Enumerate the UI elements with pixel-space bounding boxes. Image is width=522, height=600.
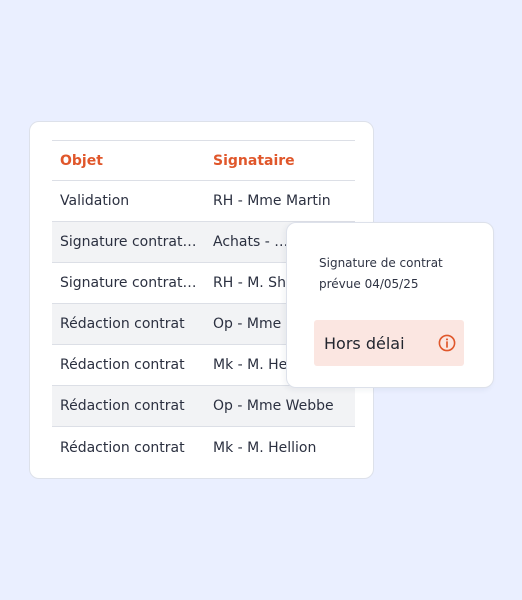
table-header-row: Objet Signataire (52, 140, 355, 181)
cell-objet: Validation (60, 193, 130, 209)
popup-line-2: prévue 04/05/25 (319, 277, 419, 291)
cell-objet: Signature contrat… (60, 275, 197, 291)
column-header-objet[interactable]: Objet (52, 153, 213, 169)
cell-objet: Rédaction contrat (60, 439, 185, 456)
cell-objet: Signature contrat… (60, 234, 197, 250)
cell-objet: Rédaction contrat (60, 398, 185, 414)
cell-objet: Rédaction contrat (60, 316, 185, 332)
cell-objet: Rédaction contrat (60, 357, 185, 373)
column-header-signataire[interactable]: Signataire (213, 153, 355, 169)
cell-signataire: RH - Mme Martin (213, 193, 331, 209)
info-icon[interactable] (438, 334, 456, 352)
deadline-popup: Signature de contrat prévue 04/05/25 Hor… (286, 222, 494, 388)
table-row[interactable]: Validation RH - Mme Martin (52, 181, 355, 222)
status-badge-label: Hors délai (324, 333, 405, 353)
popup-line-1: Signature de contrat (319, 256, 443, 270)
table-row[interactable]: Rédaction contrat Op - Mme Webbe (52, 386, 355, 427)
status-badge: Hors délai (314, 320, 464, 366)
popup-description: Signature de contrat prévue 04/05/25 (319, 253, 479, 295)
cell-signataire: Mk - M. Hellion (213, 439, 317, 456)
table-row[interactable]: Rédaction contrat Mk - M. Hellion (52, 427, 355, 468)
cell-signataire: Op - Mme Webbe (213, 398, 334, 414)
